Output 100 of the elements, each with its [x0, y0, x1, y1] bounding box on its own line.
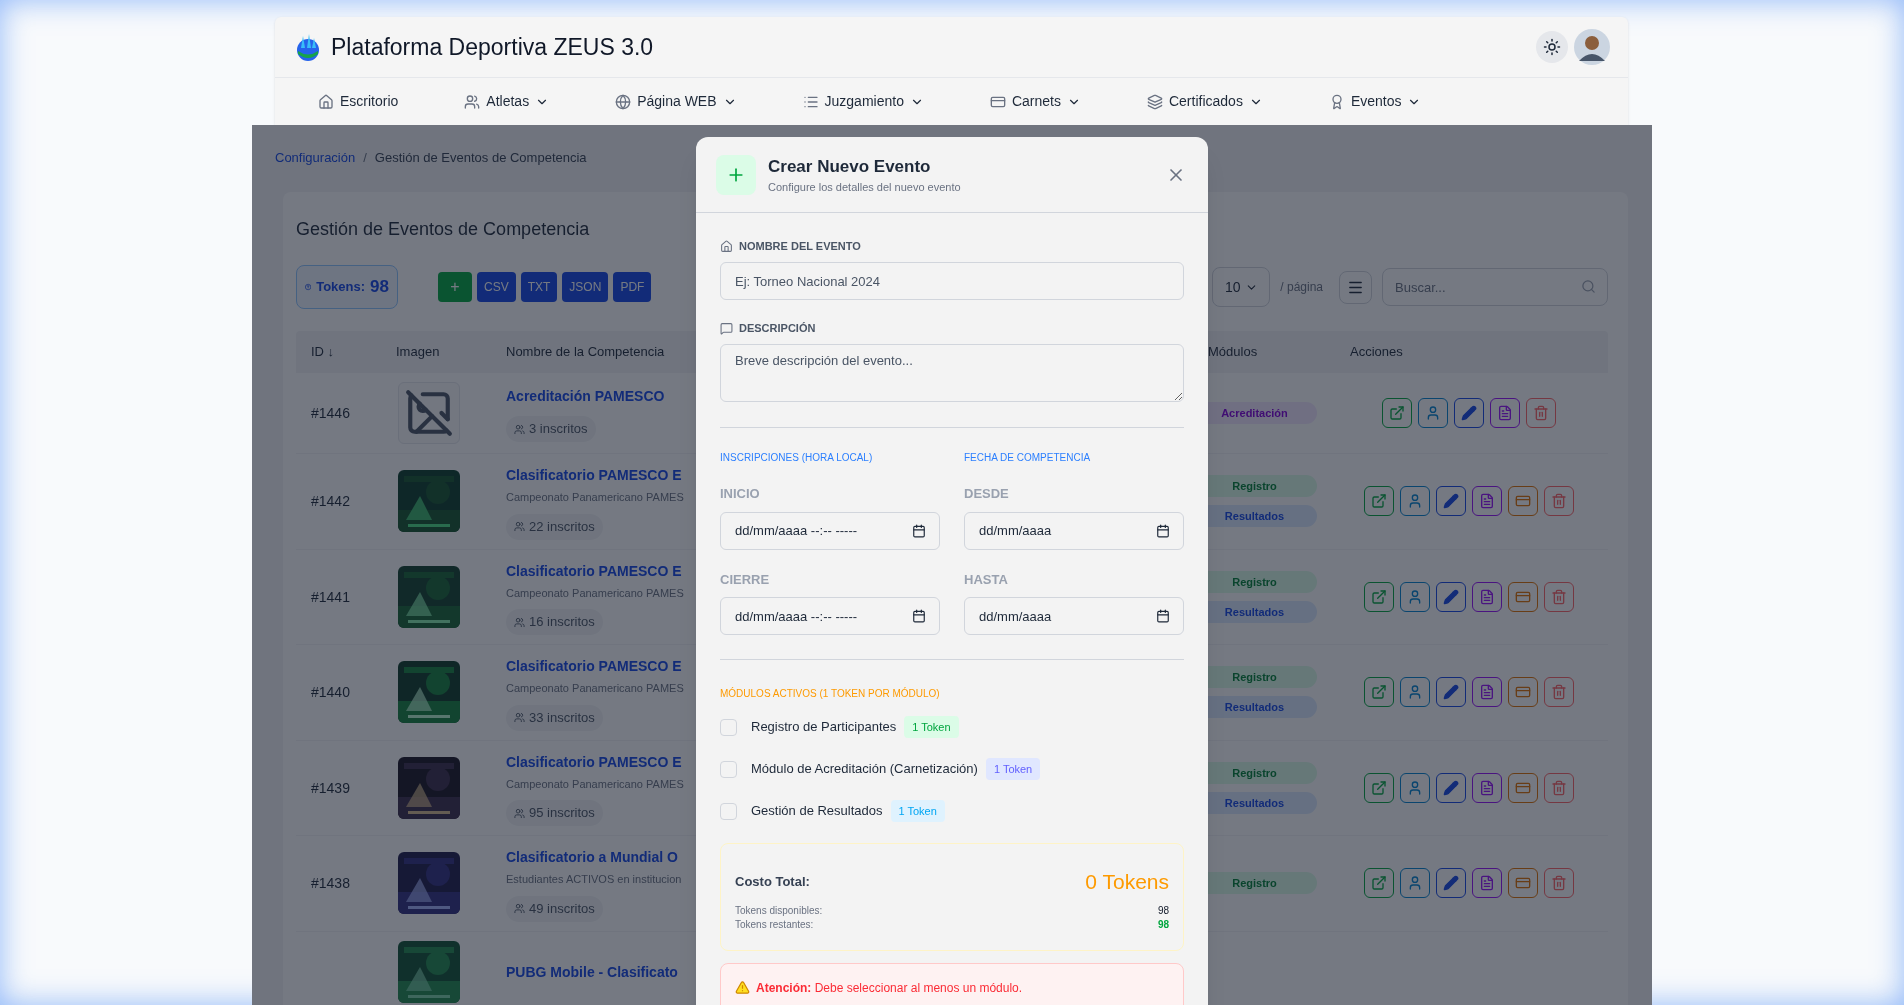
participants-button[interactable]	[1400, 772, 1430, 803]
nav-menu-item[interactable]: Escritorio	[318, 91, 399, 112]
column-header[interactable]: ID ↓	[296, 342, 380, 362]
event-id: #1442	[311, 493, 350, 510]
edit-button[interactable]	[1436, 581, 1466, 612]
card-button[interactable]	[1508, 868, 1538, 899]
add-button[interactable]: +	[438, 272, 472, 302]
user-icon	[1407, 875, 1423, 892]
nav-menu-item[interactable]: Atletas	[464, 91, 550, 112]
home-icon	[720, 239, 733, 253]
field-label: CIERRE	[720, 570, 771, 589]
module-checkbox[interactable]	[720, 802, 737, 820]
participants-button[interactable]	[1400, 486, 1430, 517]
edit-button[interactable]	[1436, 486, 1466, 517]
export-button[interactable]: JSON	[562, 272, 609, 302]
column-header: Nombre de la Competencia	[506, 344, 665, 360]
event-name-link[interactable]: PUBG Mobile - Clasificato	[506, 959, 678, 984]
external-link-icon	[1371, 779, 1387, 796]
users-icon	[514, 423, 525, 435]
edit-button[interactable]	[1436, 772, 1466, 803]
event-name-link[interactable]: Clasificatorio PAMESCO E	[506, 654, 682, 678]
delete-button[interactable]	[1544, 581, 1574, 612]
open-link-button[interactable]	[1364, 581, 1394, 612]
open-link-button[interactable]	[1364, 677, 1394, 708]
pencil-icon	[1443, 493, 1459, 510]
delete-button[interactable]	[1544, 772, 1574, 803]
delete-button[interactable]	[1544, 677, 1574, 708]
card-button[interactable]	[1508, 581, 1538, 612]
open-link-button[interactable]	[1364, 486, 1394, 517]
export-button[interactable]: TXT	[520, 272, 558, 302]
participants-button[interactable]	[1400, 868, 1430, 899]
module-checkbox[interactable]	[720, 760, 737, 778]
event-name-link[interactable]: Clasificatorio a Mundial O	[506, 845, 678, 869]
dialog-title: Crear Nuevo Evento	[768, 155, 932, 178]
delete-button[interactable]	[1544, 486, 1574, 517]
event-name-link[interactable]: Clasificatorio PAMESCO E	[506, 463, 682, 487]
delete-button[interactable]	[1526, 398, 1556, 428]
document-button[interactable]	[1472, 868, 1502, 899]
edit-button[interactable]	[1436, 868, 1466, 899]
module-label: Módulo de Acreditación (Carnetización)	[751, 760, 978, 779]
token-badge: 1 Token	[904, 716, 959, 738]
page-size-select[interactable]: 10	[1212, 267, 1271, 307]
document-icon	[1479, 684, 1495, 701]
document-icon	[1479, 875, 1495, 892]
field-label: NOMBRE DEL EVENTO	[739, 238, 861, 254]
nav-menu-item[interactable]: Juzgamiento	[802, 91, 924, 112]
event-name-link[interactable]: Acreditación PAMESCO	[506, 384, 665, 408]
date-field[interactable]: dd/mm/aaaa --:-- -----	[720, 597, 940, 635]
dialog-subtitle: Configure los detalles del nuevo evento	[768, 180, 961, 195]
edit-button[interactable]	[1436, 677, 1466, 708]
nav-menu-item[interactable]: Eventos	[1328, 91, 1422, 112]
open-link-button[interactable]	[1364, 868, 1394, 899]
search-field[interactable]: Buscar...	[1382, 268, 1608, 306]
event-subtitle: Campeonato Panamericano PAMES	[506, 490, 684, 505]
event-subtitle: Campeonato Panamericano PAMES	[506, 776, 684, 792]
date-field[interactable]: dd/mm/aaaa	[964, 511, 1184, 550]
field-label: DESCRIPCIÓN	[739, 320, 816, 336]
export-button[interactable]: PDF	[613, 272, 652, 302]
nav-menu-item[interactable]: Carnets	[989, 91, 1081, 112]
participants-button[interactable]	[1400, 581, 1430, 612]
external-link-icon	[1371, 588, 1387, 605]
document-button[interactable]	[1472, 677, 1502, 708]
nav-menu-item[interactable]: Certificados	[1146, 91, 1263, 112]
breadcrumb-current: Gestión de Eventos de Competencia	[374, 149, 587, 168]
event-name-link[interactable]: Clasificatorio PAMESCO E	[506, 749, 682, 774]
edit-button[interactable]	[1454, 398, 1484, 428]
card-button[interactable]	[1508, 486, 1538, 517]
column-header: Imagen	[395, 343, 441, 362]
module-checkbox[interactable]	[720, 718, 737, 736]
card-button[interactable]	[1508, 677, 1538, 708]
pencil-icon	[1443, 588, 1459, 605]
document-button[interactable]	[1472, 772, 1502, 803]
theme-toggle-button[interactable]	[1536, 31, 1568, 63]
date-field[interactable]: dd/mm/aaaa --:-- -----	[720, 511, 940, 550]
event-name-field[interactable]: Ej: Torneo Nacional 2024	[720, 262, 1184, 300]
avatar[interactable]	[1574, 29, 1610, 65]
breadcrumb-separator: /	[363, 149, 367, 168]
tokens-button[interactable]: Tokens: 98	[296, 265, 398, 309]
event-name-link[interactable]: Clasificatorio PAMESCO E	[506, 558, 682, 583]
description-field[interactable]: Breve descripción del evento...	[720, 344, 1184, 402]
alert-message: Atención: Debe seleccionar al menos un módulo.	[756, 979, 1023, 997]
user-icon	[1407, 779, 1423, 796]
event-id: #1440	[311, 684, 350, 701]
open-link-button[interactable]	[1364, 772, 1394, 803]
document-button[interactable]	[1472, 486, 1502, 517]
calendar-icon	[912, 523, 926, 538]
card-button[interactable]	[1508, 772, 1538, 803]
breadcrumb-link[interactable]: Configuración	[275, 148, 356, 168]
document-button[interactable]	[1472, 581, 1502, 612]
users-icon	[514, 903, 525, 914]
pencil-icon	[1443, 875, 1459, 892]
participants-button[interactable]	[1418, 398, 1448, 428]
document-button[interactable]	[1490, 398, 1520, 428]
columns-menu-button[interactable]	[1339, 270, 1372, 304]
participants-button[interactable]	[1400, 677, 1430, 708]
date-field[interactable]: dd/mm/aaaa	[964, 597, 1184, 635]
delete-button[interactable]	[1544, 868, 1574, 899]
export-button[interactable]: CSV	[477, 272, 516, 302]
nav-menu-item[interactable]: Página WEB	[615, 91, 737, 112]
open-link-button[interactable]	[1382, 398, 1412, 428]
